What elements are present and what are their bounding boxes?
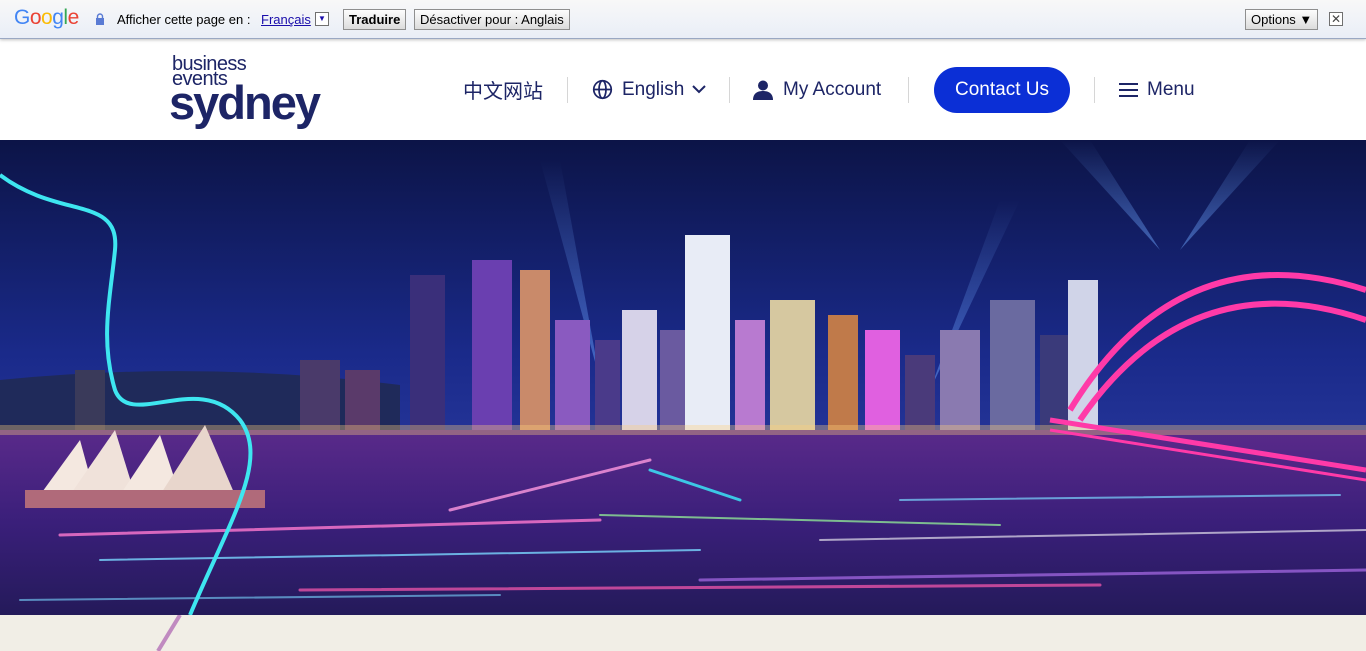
language-dropdown-icon[interactable]: ▼: [315, 12, 329, 26]
lock-icon: [96, 13, 104, 25]
globe-icon: [592, 79, 613, 100]
user-icon: [753, 80, 773, 100]
chevron-down-icon: [692, 85, 707, 94]
chinese-site-label: 中文网站: [463, 81, 543, 103]
page-content-background: [0, 615, 1366, 651]
translate-bar: Google Afficher cette page en : Français…: [0, 0, 1366, 39]
contact-us-button[interactable]: Contact Us: [934, 67, 1070, 113]
google-logo: Google: [14, 6, 79, 30]
sydney-skyline-illustration: [0, 140, 1366, 615]
translate-prompt: Afficher cette page en :: [117, 12, 251, 27]
translate-button[interactable]: Traduire: [343, 9, 407, 30]
hamburger-icon: [1119, 82, 1138, 97]
options-button[interactable]: Options ▼: [1245, 9, 1319, 30]
nav-divider: [729, 77, 730, 103]
my-account-link[interactable]: My Account: [753, 39, 881, 140]
google-logo-letter: o: [41, 6, 53, 29]
google-logo-letter: e: [67, 6, 80, 29]
language-label: English: [622, 78, 685, 100]
nav-divider: [567, 77, 568, 103]
nav-divider: [908, 77, 909, 103]
menu-label: Menu: [1147, 78, 1195, 100]
my-account-label: My Account: [783, 78, 882, 100]
menu-button[interactable]: Menu: [1119, 39, 1195, 140]
google-logo-letter: G: [14, 6, 30, 29]
accent-curve-continuation: [156, 615, 182, 651]
google-logo-letter: o: [29, 6, 42, 29]
disable-translate-button[interactable]: Désactiver pour : Anglais: [414, 9, 570, 30]
close-icon[interactable]: ✕: [1329, 12, 1343, 26]
logo-line-sydney: sydney: [169, 76, 321, 129]
chinese-site-link[interactable]: 中文网站: [463, 39, 543, 140]
site-header: business events sydney 中文网站 English My A…: [0, 39, 1366, 140]
google-logo-letter: g: [52, 6, 64, 29]
hero-image: [0, 140, 1366, 615]
language-link[interactable]: Français: [261, 12, 311, 27]
nav-divider: [1094, 77, 1095, 103]
language-selector[interactable]: English: [592, 39, 707, 140]
